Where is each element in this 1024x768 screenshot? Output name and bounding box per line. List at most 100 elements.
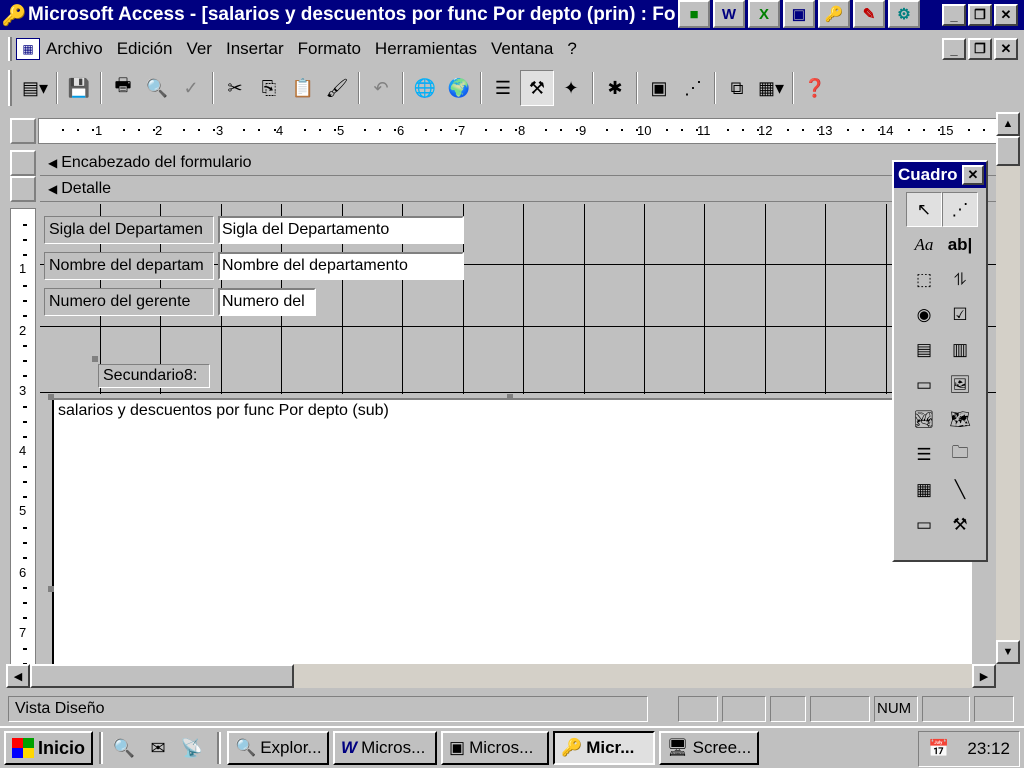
more-controls-icon[interactable]: ⚒: [942, 507, 978, 542]
database-window-icon[interactable]: ⧉: [720, 70, 754, 106]
menu-help[interactable]: ?: [567, 39, 576, 59]
subform-icon[interactable]: ▦: [906, 472, 942, 507]
channels-icon[interactable]: 📡: [177, 733, 207, 763]
gerente-textbox[interactable]: Numero del: [218, 288, 316, 316]
move-handle[interactable]: [92, 356, 98, 362]
subform-label[interactable]: Secundario8:: [98, 364, 210, 388]
insert-hyperlink-icon[interactable]: 🌐: [408, 70, 442, 106]
access-icon[interactable]: 🔑: [818, 0, 850, 28]
print-preview-icon[interactable]: 🔍: [140, 70, 174, 106]
taskbar-powerpoint[interactable]: ▣ Micros...: [441, 731, 550, 765]
toggle-button-icon[interactable]: ⥮: [942, 262, 978, 297]
nombre-label[interactable]: Nombre del departam: [44, 252, 214, 280]
horizontal-ruler[interactable]: 1 2 3 4 5 6 7 8 9 10 11 12 13 14 15: [38, 118, 1000, 144]
vertical-scrollbar[interactable]: ▲ ▼: [996, 112, 1020, 664]
menu-ventana[interactable]: Ventana: [491, 39, 553, 59]
powerpoint-icon[interactable]: ▣: [783, 0, 815, 28]
help-icon[interactable]: ❓: [798, 70, 832, 106]
command-button-icon[interactable]: ▭: [906, 367, 942, 402]
bound-object-frame-icon[interactable]: 🗺: [942, 402, 978, 437]
scroll-down-icon[interactable]: ▼: [996, 640, 1020, 664]
doc-close-icon[interactable]: ✕: [994, 38, 1018, 60]
format-painter-icon[interactable]: 🖌: [320, 70, 354, 106]
sigla-textbox[interactable]: Sigla del Departamento: [218, 216, 464, 244]
doc-restore-icon[interactable]: ❐: [968, 38, 992, 60]
label-icon[interactable]: Aa: [906, 227, 942, 262]
listbox-icon[interactable]: ▥: [942, 332, 978, 367]
spelling-icon[interactable]: ✓: [174, 70, 208, 106]
menu-formato[interactable]: Formato: [298, 39, 361, 59]
resize-handle[interactable]: [48, 586, 54, 592]
toolbox-titlebar[interactable]: Cuadro ✕: [894, 162, 986, 188]
gerente-label[interactable]: Numero del gerente: [44, 288, 214, 316]
menu-insertar[interactable]: Insertar: [226, 39, 284, 59]
rectangle-icon[interactable]: ▭: [906, 507, 942, 542]
menu-archivo[interactable]: Archivo: [46, 39, 103, 59]
code-icon[interactable]: ✱: [598, 70, 632, 106]
image-icon[interactable]: 🖼: [942, 367, 978, 402]
horizontal-scrollbar[interactable]: ◀ ▶: [6, 664, 996, 688]
excel-icon[interactable]: X: [748, 0, 780, 28]
new-object-icon[interactable]: ▦▾: [754, 70, 788, 106]
toolbox-close-icon[interactable]: ✕: [962, 165, 984, 185]
menu-edicion[interactable]: Edición: [117, 39, 173, 59]
form-view-icon[interactable]: ▤▾: [18, 70, 52, 106]
minimize-icon[interactable]: _: [942, 4, 966, 26]
page-break-icon[interactable]: ☰: [906, 437, 942, 472]
resize-handle[interactable]: [507, 394, 513, 400]
build-icon[interactable]: ⋰: [676, 70, 710, 106]
form-selector[interactable]: [10, 118, 36, 144]
save-icon[interactable]: 💾: [62, 70, 96, 106]
print-icon[interactable]: 🖶: [106, 70, 140, 106]
checkbox-icon[interactable]: ☑: [942, 297, 978, 332]
scroll-left-icon[interactable]: ◀: [6, 664, 30, 688]
detail-section-bar[interactable]: ◀ Detalle: [40, 176, 1000, 202]
explorer-quicklaunch-icon[interactable]: 🔍: [109, 733, 139, 763]
word-icon[interactable]: W: [713, 0, 745, 28]
toolbox-icon[interactable]: ⚒: [520, 70, 554, 106]
tab-control-icon[interactable]: 🗀: [942, 437, 978, 472]
start-button[interactable]: Inicio: [4, 731, 94, 765]
sigla-label[interactable]: Sigla del Departamen: [44, 216, 214, 244]
menu-herramientas[interactable]: Herramientas: [375, 39, 477, 59]
subform-control[interactable]: salarios y descuentos por func Por depto…: [52, 398, 972, 666]
menu-ver[interactable]: Ver: [186, 39, 212, 59]
unbound-object-frame-icon[interactable]: 🏞: [906, 402, 942, 437]
binder-icon[interactable]: ✎: [853, 0, 885, 28]
cut-icon[interactable]: ✂: [218, 70, 252, 106]
textbox-icon[interactable]: ab|: [942, 227, 978, 262]
clock[interactable]: 23:12: [967, 739, 1010, 759]
menu-grip[interactable]: [8, 37, 12, 61]
header-section-bar[interactable]: ◀ Encabezado del formulario: [40, 150, 1000, 176]
undo-icon[interactable]: ↶: [364, 70, 398, 106]
doc-minimize-icon[interactable]: _: [942, 38, 966, 60]
option-group-icon[interactable]: ⬚: [906, 262, 942, 297]
outlook-express-icon[interactable]: ✉: [143, 733, 173, 763]
nombre-textbox[interactable]: Nombre del departamento: [218, 252, 464, 280]
properties-icon[interactable]: ▣: [642, 70, 676, 106]
taskbar-access[interactable]: 🔑 Micr...: [553, 731, 656, 765]
detail-section[interactable]: Sigla del Departamen Sigla del Departame…: [40, 204, 1000, 666]
scroll-right-icon[interactable]: ▶: [972, 664, 996, 688]
horizontal-scroll-thumb[interactable]: [30, 664, 294, 688]
combobox-icon[interactable]: ▤: [906, 332, 942, 367]
paste-icon[interactable]: 📋: [286, 70, 320, 106]
detail-section-selector[interactable]: [10, 176, 36, 202]
scheduler-icon[interactable]: 📅: [928, 739, 949, 759]
form-document-icon[interactable]: ▦: [16, 38, 40, 60]
toolbar-grip[interactable]: [8, 70, 12, 106]
restore-icon[interactable]: ❐: [968, 4, 992, 26]
office-icon[interactable]: ■: [678, 0, 710, 28]
line-icon[interactable]: ╲: [942, 472, 978, 507]
web-toolbar-icon[interactable]: 🌍: [442, 70, 476, 106]
option-button-icon[interactable]: ◉: [906, 297, 942, 332]
taskbar-screen[interactable]: 🖥 Scree...: [659, 731, 760, 765]
move-handle[interactable]: [48, 394, 54, 400]
select-objects-icon[interactable]: ↖: [906, 192, 942, 227]
taskbar-word[interactable]: W Micros...: [333, 731, 438, 765]
control-wizards-icon[interactable]: ⋰: [942, 192, 978, 227]
vertical-ruler[interactable]: 1 2 3 4 5 6 7: [10, 208, 36, 668]
field-list-icon[interactable]: ☰: [486, 70, 520, 106]
vertical-scroll-thumb[interactable]: [996, 136, 1020, 166]
scroll-up-icon[interactable]: ▲: [996, 112, 1020, 136]
